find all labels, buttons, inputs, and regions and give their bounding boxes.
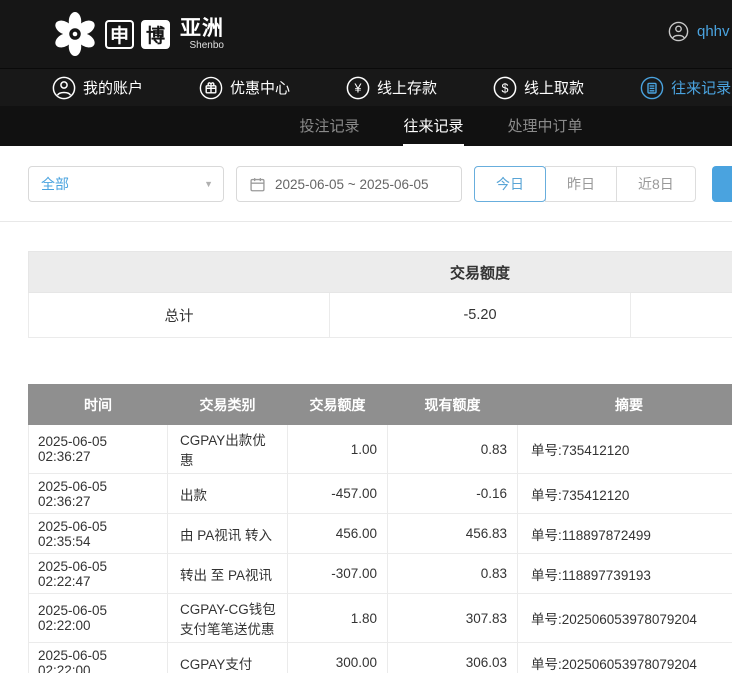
user-account[interactable]: qhhv: [668, 21, 730, 42]
withdraw-dollar-icon: $: [493, 76, 517, 100]
filter-bar: 全部 ▼ 2025-06-05 ~ 2025-06-05 今日 昨日 近8日: [0, 146, 732, 222]
table-row: 2025-06-05 02:22:00 CGPAY支付 300.00 306.0…: [29, 643, 732, 673]
brand-logo: 申 博 亚洲 Shenbo: [52, 11, 224, 57]
cell-amount: 1.00: [288, 425, 388, 474]
col-type: 交易类别: [168, 385, 288, 425]
cell-time: 2025-06-05 02:22:00: [29, 643, 168, 673]
cell-type: CGPAY出款优惠: [168, 425, 288, 474]
cell-note: 单号:118897739193: [518, 554, 732, 594]
logo-region-group: 亚洲 Shenbo: [180, 18, 224, 51]
cell-time: 2025-06-05 02:35:54: [29, 514, 168, 554]
table-row: 2025-06-05 02:36:27 出款 -457.00 -0.16 单号:…: [29, 474, 732, 514]
quick-date-buttons: 今日 昨日 近8日: [474, 166, 696, 202]
last-8-days-button[interactable]: 近8日: [616, 166, 696, 202]
logo-char-shen: 申: [105, 20, 134, 49]
tab-transaction-records[interactable]: 往来记录: [403, 106, 463, 146]
cell-balance: 0.83: [388, 425, 518, 474]
cell-type: 由 PA视讯 转入: [168, 514, 288, 554]
records-icon: [640, 76, 664, 100]
nav-label: 线上取款: [524, 77, 584, 98]
nav-my-account[interactable]: 我的账户: [52, 76, 143, 100]
page: 申 博 亚洲 Shenbo qhhv 我的账户: [0, 0, 732, 673]
cell-balance: 306.03: [388, 643, 518, 673]
today-button[interactable]: 今日: [474, 166, 546, 202]
table-row: 2025-06-05 02:22:00 CGPAY-CG钱包支付笔笔送优惠 1.…: [29, 594, 732, 643]
summary-total-value: -5.20: [330, 293, 631, 338]
user-icon: [52, 76, 76, 100]
top-header: 申 博 亚洲 Shenbo qhhv: [0, 0, 732, 68]
nav-label: 我的账户: [83, 77, 143, 98]
cell-note: 单号:735412120: [518, 425, 732, 474]
cell-type: CGPAY-CG钱包支付笔笔送优惠: [168, 594, 288, 643]
type-select-value: 全部: [41, 174, 69, 194]
cell-amount: -307.00: [288, 554, 388, 594]
summary-row: 总计 -5.20: [29, 293, 732, 338]
nav-promotions[interactable]: 优惠中心: [199, 76, 290, 100]
logo-char-bo: 博: [141, 20, 170, 49]
table-header-row: 时间 交易类别 交易额度 现有额度 摘要: [29, 385, 732, 425]
summary-table: 交易额度 总计 -5.20: [28, 251, 732, 338]
cell-time: 2025-06-05 02:22:47: [29, 554, 168, 594]
col-balance: 现有额度: [388, 385, 518, 425]
table-row: 2025-06-05 02:22:47 转出 至 PA视讯 -307.00 0.…: [29, 554, 732, 594]
nav-label: 优惠中心: [230, 77, 290, 98]
main-nav: 我的账户 优惠中心 ¥ 线上存款: [0, 68, 732, 106]
logo-brand-sub: Shenbo: [190, 40, 224, 51]
records-table: 时间 交易类别 交易额度 现有额度 摘要 2025-06-05 02:36:27…: [28, 384, 732, 673]
nav-label: 往来记录: [671, 77, 731, 98]
nav-withdrawal[interactable]: $ 线上取款: [493, 76, 584, 100]
col-amount: 交易额度: [288, 385, 388, 425]
cell-time: 2025-06-05 02:22:00: [29, 594, 168, 643]
cell-balance: 456.83: [388, 514, 518, 554]
cell-amount: 456.00: [288, 514, 388, 554]
cell-type: 转出 至 PA视讯: [168, 554, 288, 594]
col-note: 摘要: [518, 385, 732, 425]
tab-pending-orders[interactable]: 处理中订单: [508, 106, 583, 146]
summary-total-label: 总计: [29, 293, 330, 338]
cell-balance: 307.83: [388, 594, 518, 643]
record-tabs: 投注记录 往来记录 处理中订单: [0, 106, 732, 146]
deposit-coin-icon: ¥: [346, 76, 370, 100]
summary-header: 交易额度: [29, 252, 732, 293]
cell-amount: 1.80: [288, 594, 388, 643]
date-range-value: 2025-06-05 ~ 2025-06-05: [275, 177, 429, 192]
yesterday-button[interactable]: 昨日: [545, 166, 617, 202]
nav-deposit[interactable]: ¥ 线上存款: [346, 76, 437, 100]
chevron-down-icon: ▼: [204, 179, 213, 189]
tab-bet-records[interactable]: 投注记录: [299, 106, 359, 146]
cell-note: 单号:735412120: [518, 474, 732, 514]
gift-icon: [199, 76, 223, 100]
calendar-icon: [249, 176, 266, 193]
records-section: 时间 交易类别 交易额度 现有额度 摘要 2025-06-05 02:36:27…: [28, 384, 732, 673]
cell-amount: 300.00: [288, 643, 388, 673]
svg-text:$: $: [502, 81, 509, 95]
cell-time: 2025-06-05 02:36:27: [29, 474, 168, 514]
cell-balance: 0.83: [388, 554, 518, 594]
date-range-picker[interactable]: 2025-06-05 ~ 2025-06-05: [236, 166, 462, 202]
cell-note: 单号:202506053978079204: [518, 594, 732, 643]
user-avatar-icon: [668, 21, 689, 42]
svg-text:¥: ¥: [354, 81, 362, 95]
nav-label: 线上存款: [377, 77, 437, 98]
cell-note: 单号:202506053978079204: [518, 643, 732, 673]
summary-section: 交易额度 总计 -5.20: [28, 251, 732, 338]
type-select[interactable]: 全部 ▼: [28, 166, 224, 202]
cell-amount: -457.00: [288, 474, 388, 514]
logo-region: 亚洲: [180, 18, 224, 40]
cell-note: 单号:118897872499: [518, 514, 732, 554]
nav-transactions[interactable]: 往来记录: [640, 76, 731, 100]
username: qhhv: [697, 23, 730, 40]
cell-type: 出款: [168, 474, 288, 514]
summary-empty-cell: [631, 293, 732, 338]
cell-time: 2025-06-05 02:36:27: [29, 425, 168, 474]
search-button[interactable]: [712, 166, 732, 202]
cell-type: CGPAY支付: [168, 643, 288, 673]
lotus-flower-icon: [52, 11, 98, 57]
table-row: 2025-06-05 02:35:54 由 PA视讯 转入 456.00 456…: [29, 514, 732, 554]
cell-balance: -0.16: [388, 474, 518, 514]
table-row: 2025-06-05 02:36:27 CGPAY出款优惠 1.00 0.83 …: [29, 425, 732, 474]
col-time: 时间: [29, 385, 168, 425]
